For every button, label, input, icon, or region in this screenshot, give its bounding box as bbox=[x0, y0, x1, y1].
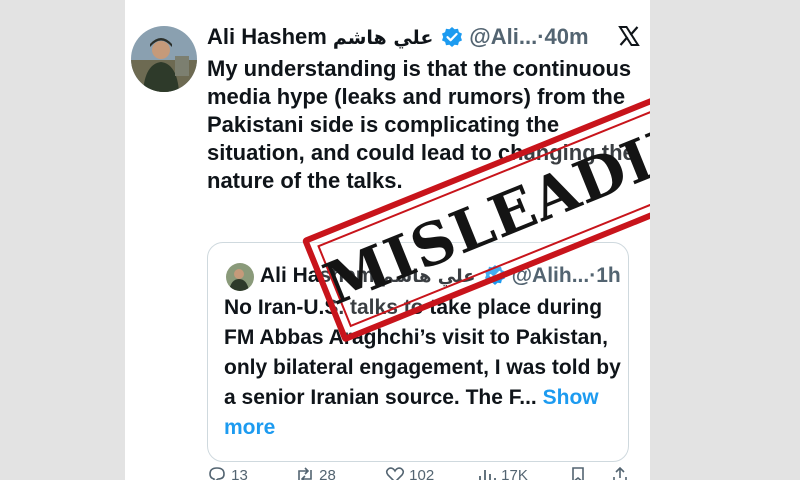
post-header: Ali Hashem علي هاشم @Ali...·40m bbox=[207, 23, 589, 51]
reply-count: 13 bbox=[231, 467, 248, 480]
like-count: 102 bbox=[409, 467, 435, 480]
quoted-post-time[interactable]: 1h bbox=[596, 264, 621, 287]
meta-separator: · bbox=[537, 24, 545, 49]
like-icon bbox=[385, 467, 405, 480]
tweet-card: Ali Hashem علي هاشم @Ali...·40m My underst… bbox=[125, 0, 650, 480]
views-count: 17K bbox=[501, 467, 528, 480]
quoted-avatar[interactable] bbox=[226, 263, 254, 291]
share-button[interactable] bbox=[611, 466, 629, 480]
quoted-post-text: No Iran-U.S. talks to take place during … bbox=[224, 293, 622, 443]
like-button[interactable]: 102 bbox=[385, 466, 434, 480]
bookmark-button[interactable] bbox=[569, 466, 587, 480]
author-name[interactable]: Ali Hashem bbox=[207, 24, 327, 49]
action-bar: 13 28 102 17K bbox=[207, 466, 637, 480]
x-logo-icon[interactable] bbox=[618, 25, 640, 47]
share-icon bbox=[611, 466, 629, 480]
verified-badge-icon bbox=[441, 26, 463, 48]
repost-icon bbox=[295, 467, 315, 480]
views-button[interactable]: 17K bbox=[477, 466, 528, 480]
views-icon bbox=[477, 467, 497, 480]
repost-button[interactable]: 28 bbox=[295, 466, 336, 480]
repost-count: 28 bbox=[319, 467, 336, 480]
post-time[interactable]: 40m bbox=[545, 24, 589, 49]
reply-button[interactable]: 13 bbox=[207, 466, 248, 480]
author-handle[interactable]: @Ali... bbox=[469, 24, 537, 49]
avatar[interactable] bbox=[131, 26, 197, 92]
reply-icon bbox=[207, 467, 227, 480]
author-name-arabic[interactable]: علي هاشم bbox=[333, 27, 433, 49]
bookmark-icon bbox=[569, 467, 587, 480]
